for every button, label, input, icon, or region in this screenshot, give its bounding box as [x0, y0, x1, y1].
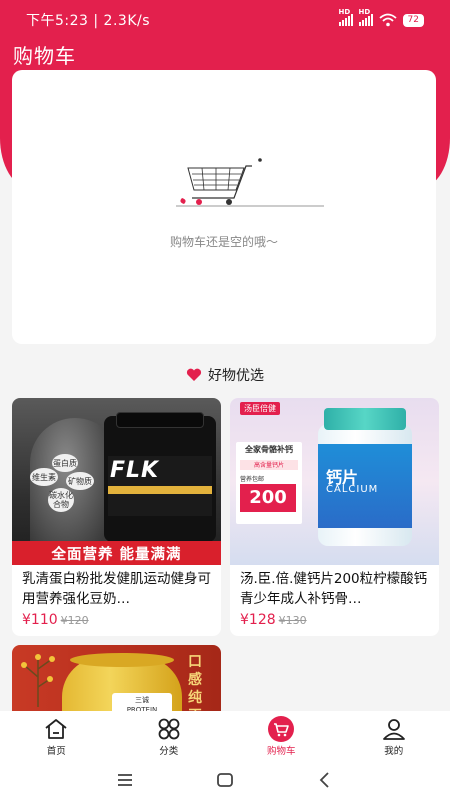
product-can-lid	[70, 653, 174, 667]
nutrient-bubble: 维生素	[30, 468, 58, 486]
promo-count: 200	[240, 484, 296, 512]
product-prices: ¥110 ¥120	[12, 609, 221, 628]
product-price: ¥128	[240, 612, 276, 628]
recommend-header: 好物优选	[0, 364, 450, 386]
nutrient-bubble: 蛋白质	[52, 454, 78, 472]
empty-cart-illustration	[176, 158, 324, 207]
signal-label: HD	[338, 8, 351, 16]
wifi-icon	[378, 13, 397, 27]
product-original-price: ¥120	[60, 614, 89, 627]
product-name[interactable]: 乳清蛋白粉批发健肌运动健身可用营养强化豆奶…	[12, 565, 221, 609]
product-card[interactable]: 蛋白质 维生素 矿物质 碳水化合物 FLK 全面营养 能量满满 乳清蛋白粉批发健…	[12, 398, 221, 636]
product-banner: 全面营养 能量满满	[12, 541, 221, 565]
empty-cart-message: 购物车还是空的哦～	[169, 235, 278, 249]
tab-label: 我的	[384, 746, 404, 757]
empty-cart-card: 购物车还是空的哦～	[12, 70, 436, 344]
bottle-label-en: CALCIUM	[326, 484, 379, 495]
bottle-cap	[324, 408, 406, 430]
product-card[interactable]: 汤臣倍健 全家骨骼补钙 高含量钙片 营养包邮 200 钙片 CALCIUM 汤.…	[230, 398, 439, 636]
promo-subtitle: 高含量钙片	[240, 460, 298, 470]
menu-icon[interactable]	[115, 770, 135, 790]
tab-profile[interactable]: 我的	[338, 711, 450, 759]
battery-icon: 72	[402, 13, 424, 27]
status-time: 下午5:23 | 2.3K/s	[26, 13, 151, 29]
brand-logo: 汤臣倍健	[240, 402, 280, 415]
signal-icon-2: HD	[358, 8, 373, 26]
nutrient-bubble: 矿物质	[66, 472, 94, 490]
product-image[interactable]: 蛋白质 维生素 矿物质 碳水化合物 FLK 全面营养 能量满满	[12, 398, 221, 565]
brand-logo: FLK	[110, 458, 160, 483]
tab-label: 首页	[46, 746, 66, 757]
plant-decoration	[21, 654, 55, 707]
status-icons: HD HD 72	[338, 8, 424, 27]
home-nav-icon[interactable]	[215, 770, 235, 790]
product-original-price: ¥130	[278, 614, 307, 627]
back-icon[interactable]	[315, 770, 335, 790]
home-icon	[45, 719, 67, 739]
category-icon	[158, 718, 180, 740]
heart-icon	[186, 368, 202, 381]
signal-icon: HD	[338, 8, 353, 26]
product-image[interactable]: 汤臣倍健 全家骨骼补钙 高含量钙片 营养包邮 200 钙片 CALCIUM	[230, 398, 439, 565]
page-title: 购物车	[13, 44, 76, 68]
recommend-title: 好物优选	[208, 368, 264, 384]
tab-cart[interactable]: 购物车	[225, 711, 338, 759]
promo-title: 全家骨骼补钙	[245, 445, 293, 454]
tab-home[interactable]: 首页	[0, 711, 113, 759]
jar-band	[108, 486, 212, 494]
bottom-tab-bar: 首页 分类 购物车 我的	[0, 711, 450, 759]
status-bar: 下午5:23 | 2.3K/s HD HD 72	[0, 0, 450, 40]
profile-icon	[382, 719, 405, 740]
tab-category[interactable]: 分类	[113, 711, 226, 759]
cart-icon	[268, 716, 295, 742]
promo-free: 营养包邮	[240, 476, 265, 483]
tab-label: 购物车	[266, 746, 296, 757]
product-side-text: 口感纯正	[188, 654, 202, 715]
can-brand: 三诚	[135, 696, 149, 704]
product-prices: ¥128 ¥130	[230, 609, 439, 628]
signal-label-2: HD	[358, 8, 371, 16]
system-nav-bar	[0, 759, 450, 800]
product-card[interactable]: 三诚 PROTEIN 口感纯正	[12, 645, 221, 715]
product-jar-lid	[116, 412, 204, 428]
nutrient-bubble: 碳水化合物	[48, 488, 74, 512]
product-name[interactable]: 汤.臣.倍.健钙片200粒柠檬酸钙青少年成人补钙骨…	[230, 565, 439, 609]
product-image[interactable]: 三诚 PROTEIN 口感纯正	[12, 645, 221, 715]
product-price: ¥110	[22, 612, 58, 628]
tab-label: 分类	[159, 746, 179, 757]
